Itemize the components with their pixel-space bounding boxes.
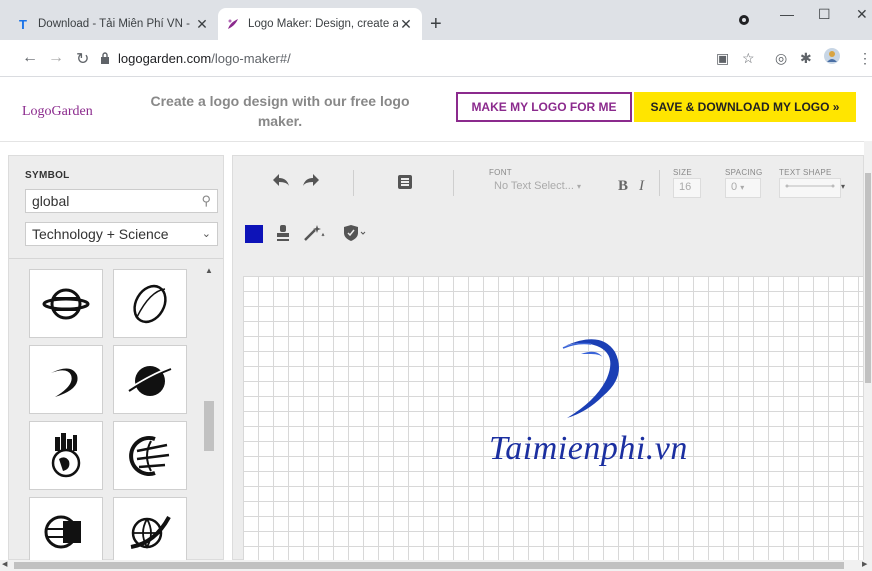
symbol-globe-box-icon[interactable] (29, 497, 103, 566)
camera-icon[interactable]: ◎ (775, 50, 787, 67)
redo-icon[interactable] (301, 172, 321, 193)
bold-button[interactable]: B (618, 178, 628, 195)
font-label: FONT (489, 168, 512, 177)
symbol-globe-lines-icon[interactable] (113, 421, 187, 490)
italic-button[interactable]: I (639, 178, 644, 195)
browser-tab-bar: T Download - Tải Miễn Phí VN - Ph ✕ Logo… (0, 0, 872, 40)
design-canvas[interactable]: Taimienphi.vn (243, 276, 863, 560)
maximize-icon[interactable]: ☐ (818, 6, 831, 23)
url-path: /logo-maker#/ (211, 50, 291, 66)
new-tab-button[interactable]: + (430, 14, 442, 34)
symbol-globe-orbit-icon[interactable] (113, 497, 187, 566)
undo-icon[interactable] (271, 172, 291, 193)
forward-arrow-icon[interactable]: → (48, 49, 64, 67)
toolbar-divider (353, 170, 354, 196)
close-tab-icon[interactable]: ✕ (194, 16, 210, 33)
logogarden-favicon-icon (226, 17, 240, 31)
back-arrow-icon[interactable]: ← (22, 49, 38, 67)
toolbar-divider (453, 170, 454, 196)
browser-menu-icon[interactable]: ⋮ (858, 50, 872, 67)
close-window-icon[interactable]: ✕ (856, 6, 868, 23)
chevron-down-icon: ▾ (740, 183, 745, 192)
scroll-right-arrow-icon[interactable]: ▶ (862, 560, 867, 568)
category-select[interactable]: Technology + Science ⌄ (25, 222, 218, 246)
scroll-left-arrow-icon[interactable]: ◀ (2, 560, 7, 568)
scrollbar-thumb[interactable] (865, 173, 871, 383)
symbol-list-scrollbar[interactable]: ▲ (203, 266, 217, 556)
header-tagline: Create a logo design with our free logo … (150, 93, 410, 129)
brand-text[interactable]: Taimienphi.vn (489, 430, 688, 468)
magic-wand-icon[interactable] (303, 224, 325, 247)
scrollbar-thumb[interactable] (204, 401, 214, 451)
browser-address-bar: ← → ↻ logogarden.com/logo-maker#/ ▣ ☆ ◎ … (0, 40, 872, 77)
symbol-swoosh-arc-icon[interactable] (29, 345, 103, 414)
browser-tab[interactable]: T Download - Tải Miễn Phí VN - Ph ✕ (8, 8, 218, 40)
spacing-label: SPACING (725, 168, 763, 177)
symbol-saturn-planet-icon[interactable] (113, 345, 187, 414)
symbol-globe-skyline-icon[interactable] (29, 421, 103, 490)
symbol-panel: SYMBOL global ⚲ Technology + Science ⌄ ▲ (8, 155, 224, 566)
taimienphi-favicon-icon: T (19, 16, 27, 32)
translate-icon[interactable]: ▣ (716, 50, 729, 67)
minimize-icon[interactable]: — (780, 6, 794, 22)
scrollbar-thumb[interactable] (14, 562, 844, 569)
bookmark-star-icon[interactable]: ☆ (742, 50, 755, 67)
url-field[interactable]: logogarden.com/logo-maker#/ (100, 45, 700, 71)
text-shape-label: TEXT SHAPE (779, 168, 832, 177)
symbol-oval-swoosh-icon[interactable] (113, 269, 187, 338)
spacing-value: 0 (731, 181, 738, 193)
size-input[interactable]: 16 (673, 178, 701, 198)
divider (9, 258, 223, 259)
chevron-down-icon: ⌄ (201, 228, 211, 240)
size-label: SIZE (673, 168, 692, 177)
text-shape-slider[interactable] (779, 178, 841, 198)
tab-title: Download - Tải Miễn Phí VN - Ph (38, 18, 194, 30)
logogarden-logo[interactable]: LogoGarden (22, 104, 93, 120)
save-download-button[interactable]: SAVE & DOWNLOAD MY LOGO » (634, 92, 856, 122)
chevron-down-icon: ▾ (576, 182, 581, 191)
page-horizontal-scrollbar[interactable]: ◀ ▶ (0, 560, 872, 571)
layers-icon[interactable] (397, 174, 413, 195)
spacing-select[interactable]: 0 ▾ (725, 178, 761, 198)
search-icon[interactable]: ⚲ (201, 193, 211, 209)
page-vertical-scrollbar[interactable] (864, 141, 872, 560)
font-select[interactable]: No Text Select... ▾ (489, 178, 601, 198)
symbol-label: SYMBOL (25, 170, 70, 181)
text-shape-dropdown-icon[interactable]: ▾ (841, 182, 845, 191)
lock-icon (101, 52, 109, 64)
make-my-logo-button[interactable]: MAKE MY LOGO FOR ME (456, 92, 632, 122)
color-swatch[interactable] (245, 225, 263, 243)
profile-dot-icon[interactable] (738, 13, 750, 29)
search-value: global (32, 193, 70, 209)
logo-text: LogoGarden (22, 104, 93, 119)
shield-icon[interactable] (343, 224, 367, 247)
extensions-puzzle-icon[interactable]: ✱ (800, 50, 812, 67)
avatar[interactable] (824, 48, 840, 67)
symbol-search-input[interactable]: global ⚲ (25, 189, 218, 213)
tab-title: Logo Maker: Design, create and (248, 18, 398, 30)
logo-editor: FONT No Text Select... ▾ B I SIZE 16 SPA… (232, 155, 864, 560)
browser-tab-active[interactable]: Logo Maker: Design, create and ✕ (218, 8, 422, 40)
site-header: LogoGarden Create a logo design with our… (0, 77, 872, 142)
globe-swoosh-icon[interactable] (561, 334, 625, 430)
scroll-up-arrow-icon[interactable]: ▲ (205, 266, 213, 275)
font-placeholder: No Text Select... (494, 180, 574, 192)
toolbar-divider (659, 170, 660, 196)
reload-icon[interactable]: ↻ (76, 49, 89, 69)
stamp-icon[interactable] (275, 224, 291, 247)
close-tab-icon[interactable]: ✕ (398, 16, 414, 33)
category-value: Technology + Science (32, 226, 169, 242)
url-host: logogarden.com (118, 50, 212, 66)
symbol-ringed-planet-icon[interactable] (29, 269, 103, 338)
